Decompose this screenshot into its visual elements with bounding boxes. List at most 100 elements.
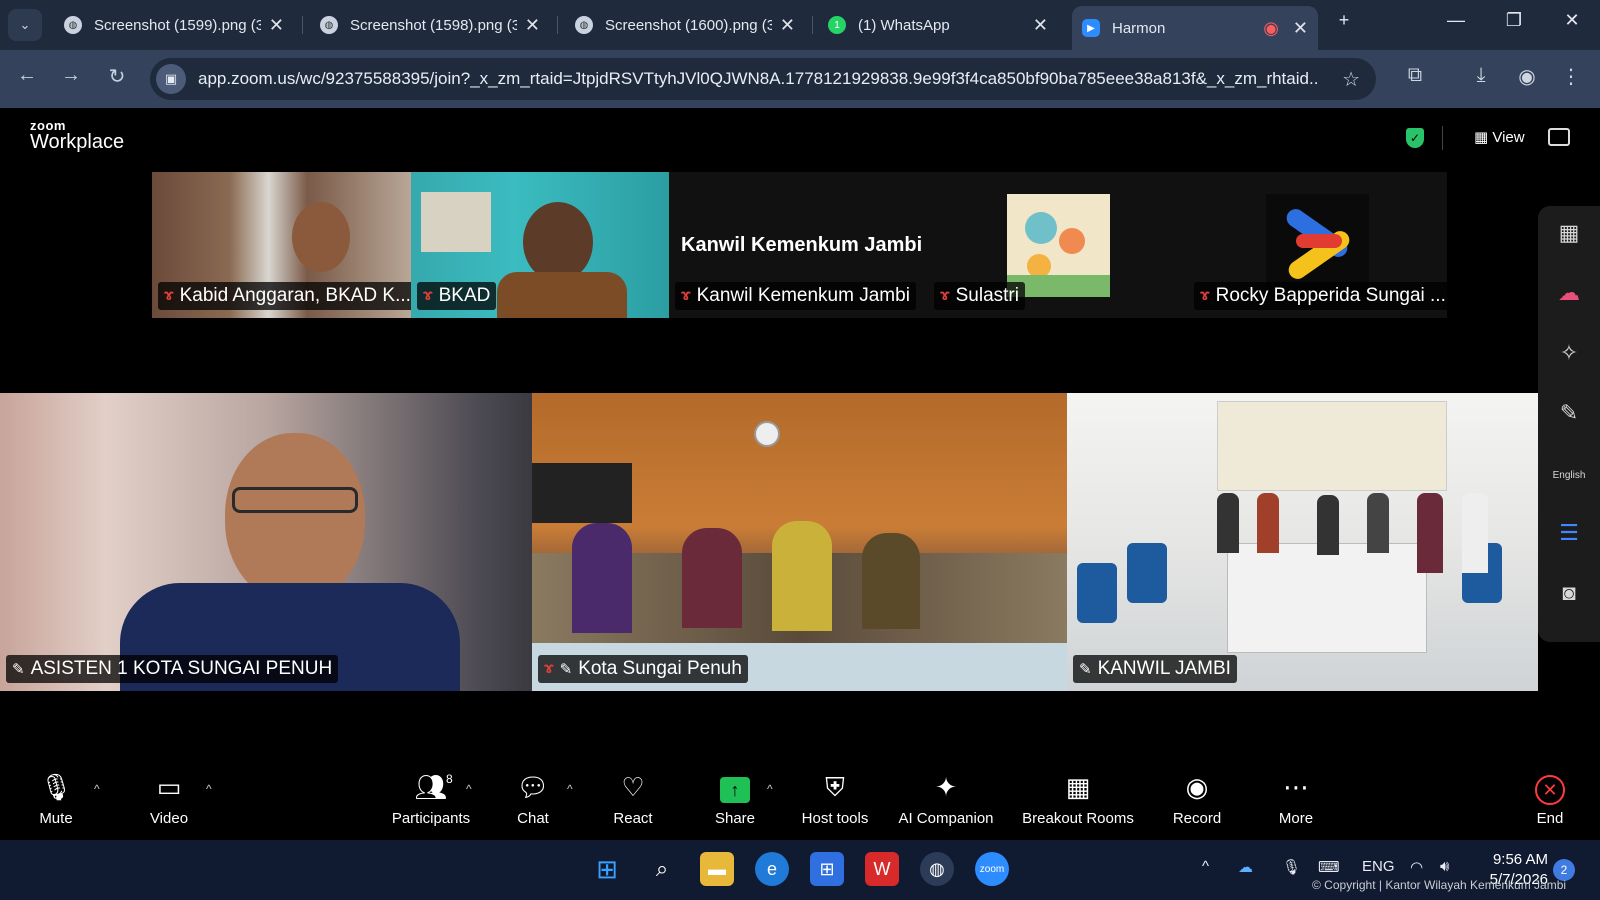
annotate-pen-icon[interactable]: ✎ <box>1538 400 1600 426</box>
tab-label: Harmon <box>1112 19 1166 37</box>
participant-name-tag: ɤ Rocky Bapperida Sungai ... <box>1194 282 1447 310</box>
participant-name: Kabid Anggaran, BKAD K... <box>179 285 411 306</box>
url-text[interactable]: app.zoom.us/wc/92375588395/join?_x_zm_rt… <box>198 69 1318 89</box>
zoom-workplace-logo: zoom Workplace <box>30 118 124 154</box>
pin-icon: ✎ <box>559 661 573 678</box>
more-label: More <box>1278 810 1314 827</box>
video-button[interactable]: ▭ Video <box>144 768 194 838</box>
browser-tab[interactable]: ◍ Screenshot (1600).png (3 ✕ <box>565 8 805 42</box>
site-info-icon[interactable]: ▣ <box>156 64 186 94</box>
encryption-shield-icon[interactable]: ✓ <box>1406 128 1424 148</box>
microsoft-store-icon[interactable]: ⊞ <box>810 852 844 886</box>
meeting-control-bar: 🎙︎ Mute ^ ▭ Video ^ 👥︎ 8 Participants ^ … <box>0 760 1600 840</box>
bookmark-star-icon[interactable]: ☆ <box>1342 67 1360 92</box>
mute-button[interactable]: 🎙︎ Mute <box>36 768 76 838</box>
grid-view-icon: ▦ <box>1474 129 1489 146</box>
close-icon[interactable]: ✕ <box>1033 15 1048 36</box>
video-tile-active-speaker[interactable]: ✎ ASISTEN 1 KOTA SUNGAI PENUH <box>0 393 532 691</box>
profile-avatar[interactable]: ◉ <box>1512 64 1542 89</box>
minimize-button[interactable]: — <box>1436 10 1476 31</box>
tray-overflow-icon[interactable]: ^ <box>1202 858 1209 875</box>
wifi-icon[interactable]: ◠ <box>1410 858 1423 876</box>
edge-browser-icon[interactable]: e <box>755 852 789 886</box>
extensions-icon[interactable]: ⧉ <box>1400 64 1430 87</box>
wall-tv <box>532 463 632 523</box>
close-icon[interactable]: ✕ <box>525 15 540 36</box>
chrome-icon[interactable]: ◍ <box>920 852 954 886</box>
onedrive-icon[interactable]: ☁ <box>1238 858 1253 876</box>
language-caption-button[interactable]: English <box>1538 470 1600 481</box>
tray-microphone-icon[interactable]: 🎙︎ <box>1282 858 1301 876</box>
video-options-caret[interactable]: ^ <box>206 782 212 796</box>
window-blinds <box>1217 401 1447 491</box>
apps-grid-icon[interactable]: ▦ <box>1538 220 1600 246</box>
video-tile[interactable]: ɤ ✎ Kota Sungai Penuh <box>532 393 1067 691</box>
wps-office-icon[interactable]: W <box>865 852 899 886</box>
mic-muted-icon: ɤ <box>940 287 950 304</box>
browser-tab[interactable]: ◍ Screenshot (1599).png (3 ✕ <box>54 8 294 42</box>
breakout-rooms-label: Breakout Rooms <box>1022 810 1134 827</box>
breakout-rooms-button[interactable]: ▦ Breakout Rooms <box>1022 768 1134 838</box>
browser-tab-active[interactable]: ▶ Harmon ◉ ✕ <box>1072 6 1318 50</box>
popout-icon[interactable] <box>1548 128 1570 146</box>
header-divider <box>1442 126 1443 150</box>
more-dots-icon: ⋯ <box>1283 772 1309 802</box>
close-icon[interactable]: ✕ <box>1293 18 1308 39</box>
camera-snapshot-icon[interactable]: ◙ <box>1538 580 1600 606</box>
windows-start-icon[interactable]: ⊞ <box>590 852 624 886</box>
participant-thumbnail[interactable]: ɤ Kabid Anggaran, BKAD K... <box>152 172 411 318</box>
share-options-caret[interactable]: ^ <box>767 782 773 796</box>
ai-companion-button[interactable]: ✦ AI Companion <box>896 768 996 838</box>
forward-button[interactable]: → <box>56 64 86 87</box>
browser-tab[interactable]: 1 (1) WhatsApp ✕ <box>818 8 1058 42</box>
video-tile[interactable]: ✎ KANWIL JAMBI <box>1067 393 1538 691</box>
close-window-button[interactable]: ✕ <box>1552 10 1592 31</box>
audio-options-caret[interactable]: ^ <box>94 782 100 796</box>
close-icon[interactable]: ✕ <box>780 15 795 36</box>
record-button[interactable]: ◉ Record <box>1172 768 1222 838</box>
participants-options-caret[interactable]: ^ <box>466 782 472 796</box>
participant-name: BKAD <box>438 285 491 306</box>
participant-face <box>225 433 365 603</box>
participant-thumbnail[interactable]: ɤ Rocky Bapperida Sungai ... <box>1188 172 1447 318</box>
reload-button[interactable]: ↻ <box>102 64 132 89</box>
input-language[interactable]: ENG <box>1362 858 1395 875</box>
participant-thumbnail[interactable]: ɤ Sulastri <box>928 172 1188 318</box>
end-button[interactable]: ✕ End <box>1532 768 1568 838</box>
tab-separator <box>812 16 813 34</box>
address-bar[interactable]: ▣ app.zoom.us/wc/92375588395/join?_x_zm_… <box>150 58 1376 100</box>
tab-search-button[interactable]: ⌄ <box>8 9 42 41</box>
pin-icon: ✎ <box>12 661 25 678</box>
host-tools-label: Host tools <box>801 810 869 827</box>
more-button[interactable]: ⋯ More <box>1276 768 1316 838</box>
search-icon[interactable]: ⌕ <box>645 852 679 886</box>
back-button[interactable]: ← <box>12 64 42 87</box>
host-tools-button[interactable]: ⛨ Host tools <box>796 768 874 838</box>
volume-icon[interactable]: 🔊︎ <box>1440 858 1449 875</box>
participants-label: Participants <box>391 810 471 827</box>
browser-menu-icon[interactable]: ⋮ <box>1556 64 1586 89</box>
participant-thumbnail[interactable]: ɤ BKAD <box>411 172 669 318</box>
participant-thumbnail[interactable]: Kanwil Kemenkum Jambi ɤ Kanwil Kemenkum … <box>669 172 928 318</box>
chat-options-caret[interactable]: ^ <box>567 782 573 796</box>
close-icon[interactable]: ✕ <box>269 15 284 36</box>
participant-name-tag: ✎ KANWIL JAMBI <box>1073 655 1237 683</box>
keyboard-icon[interactable]: ⌨ <box>1318 858 1340 876</box>
mic-muted-icon: ɤ <box>164 287 174 304</box>
share-button[interactable]: ↑ Share <box>712 768 758 838</box>
zoom-app-icon[interactable]: zoom <box>975 852 1009 886</box>
chat-button[interactable]: 💬︎ Chat <box>513 768 553 838</box>
whiteboard-cloud-icon[interactable]: ☁ <box>1538 280 1600 306</box>
view-button[interactable]: ▦ View <box>1474 128 1525 146</box>
ai-chat-icon[interactable]: ✧ <box>1538 340 1600 366</box>
file-explorer-icon[interactable]: ▬ <box>700 852 734 886</box>
notes-icon[interactable]: ☰ <box>1538 520 1600 546</box>
recording-icon: ◉ <box>1263 17 1279 38</box>
participant-face <box>523 202 593 282</box>
new-tab-button[interactable]: + <box>1324 10 1364 31</box>
restore-button[interactable]: ❐ <box>1494 10 1534 31</box>
download-icon[interactable]: ⤓ <box>1466 64 1496 87</box>
participants-button[interactable]: 👥︎ 8 Participants <box>390 768 472 838</box>
react-button[interactable]: ♡ React <box>610 768 656 838</box>
browser-tab[interactable]: ◍ Screenshot (1598).png (3 ✕ <box>310 8 550 42</box>
